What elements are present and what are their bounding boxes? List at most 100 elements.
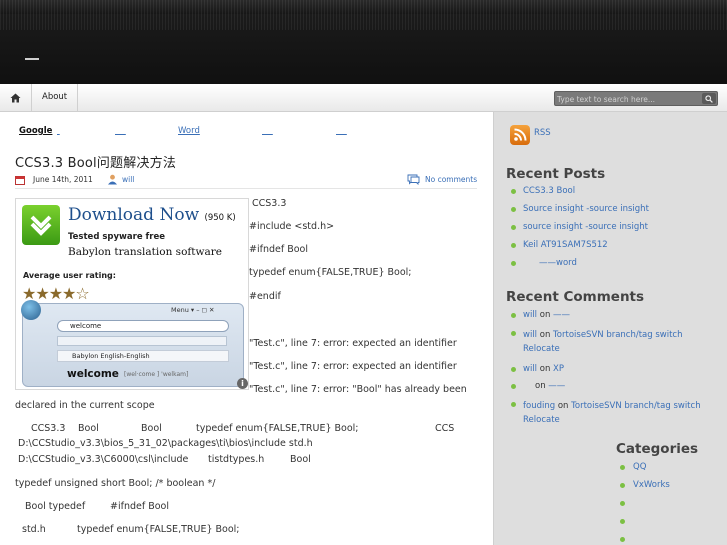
search-box xyxy=(554,91,718,106)
recent-post-link[interactable]: Source insight -source insight xyxy=(523,204,649,214)
ad-word: welcome xyxy=(67,368,119,380)
comment-on-label: on xyxy=(535,381,546,391)
post-line: D:\CCStudio_v3.3\bios_5_31_02\packages\t… xyxy=(18,438,313,449)
recent-comment: will on —— xyxy=(523,310,570,320)
globe-icon xyxy=(21,300,41,320)
list-bullet xyxy=(620,483,625,488)
comment-author-link[interactable]: fouding xyxy=(523,401,555,411)
ad-dictionary: Babylon English-English xyxy=(57,350,229,362)
post-title[interactable]: CCS3.3 Bool问题解决方法 xyxy=(15,152,176,171)
post-line: #ifndef Bool xyxy=(110,501,169,512)
comment-author-link[interactable]: will xyxy=(523,310,537,320)
list-bullet xyxy=(511,367,516,372)
post-line: declared in the current scope xyxy=(15,400,155,411)
home-button[interactable] xyxy=(0,84,32,111)
comment-icon xyxy=(407,174,420,185)
ad-line-1: Tested spyware free xyxy=(68,232,165,242)
recent-comment: will on XP xyxy=(523,364,564,374)
list-bullet xyxy=(511,243,516,248)
rss-icon[interactable] xyxy=(510,125,530,145)
recent-posts-title: Recent Posts xyxy=(506,166,606,182)
post-line: typedef enum{FALSE,TRUE} Bool; xyxy=(196,423,359,434)
recent-post-link[interactable]: Keil AT91SAM7S512 xyxy=(523,240,608,250)
post-line: #ifndef Bool xyxy=(249,244,308,255)
list-bullet xyxy=(511,207,516,212)
list-bullet xyxy=(620,537,625,542)
post-line: Bool typedef xyxy=(25,501,86,512)
sidebar: RSS Recent Posts CCS3.3 Bool Source insi… xyxy=(493,112,727,545)
post-line: std.h xyxy=(22,524,46,535)
search-button[interactable] xyxy=(702,93,716,104)
top-link-blank-1[interactable] xyxy=(57,126,77,136)
top-link-google[interactable]: Google xyxy=(19,126,52,136)
ad-screenshot: Menu ▾ – ◻ ✕ welcome Babylon English-Eng… xyxy=(21,300,244,387)
comment-on-label: on xyxy=(539,310,551,320)
download-logo-icon xyxy=(22,205,60,245)
post-line: typedef unsigned short Bool; /* boolean … xyxy=(15,478,216,489)
category-link[interactable]: QQ xyxy=(633,462,646,472)
comment-author-link[interactable]: will xyxy=(523,364,537,374)
post-date: June 14th, 2011 xyxy=(33,175,93,184)
post-line: D:\CCStudio_v3.3\C6000\csl\include xyxy=(18,454,189,465)
post-meta: June 14th, 2011 will No comments xyxy=(15,173,477,189)
search-input[interactable] xyxy=(557,93,697,105)
post-line: Bool xyxy=(290,454,311,465)
category-link[interactable]: VxWorks xyxy=(633,480,670,490)
rss-link[interactable]: RSS xyxy=(534,128,551,138)
ad-rating-label: Average user rating: xyxy=(23,271,116,280)
main-content: Google Word CCS3.3 Bool问题解决方法 June 14th,… xyxy=(0,112,493,545)
post-line: CCS3.3 xyxy=(252,198,287,209)
post-comments-link[interactable]: No comments xyxy=(425,175,477,184)
header-pattern xyxy=(0,0,727,30)
list-bullet xyxy=(620,465,625,470)
post-author-link[interactable]: will xyxy=(122,175,134,184)
post-line: #include <std.h> xyxy=(249,221,335,232)
ad-menu: Menu ▾ – ◻ ✕ xyxy=(171,306,215,314)
info-icon[interactable]: i xyxy=(237,378,248,389)
ad-title[interactable]: Download Now (950 K) xyxy=(68,205,236,225)
post-line: "Test.c", line 7: error: expected an ide… xyxy=(249,361,457,372)
calendar-icon xyxy=(15,176,25,185)
user-icon xyxy=(108,174,117,185)
ad-search-field: welcome xyxy=(57,320,229,332)
categories-title: Categories xyxy=(616,441,699,457)
top-link-blank-2[interactable] xyxy=(115,126,126,136)
nav-item-about[interactable]: About xyxy=(32,84,79,111)
recent-comment: on —— xyxy=(535,381,565,391)
comment-post-link[interactable]: —— xyxy=(548,381,565,391)
top-link-blank-4[interactable] xyxy=(336,126,347,136)
top-link-blank-3[interactable] xyxy=(262,126,273,136)
post-line: Bool xyxy=(78,423,99,434)
post-line: #endif xyxy=(249,291,281,302)
post-line: typedef enum{FALSE,TRUE} Bool; xyxy=(249,267,412,278)
recent-post-link[interactable]: CCS3.3 Bool xyxy=(523,186,575,196)
recent-comment: fouding on TortoiseSVN branch/tag switch… xyxy=(523,399,718,427)
list-bullet xyxy=(511,189,516,194)
recent-post-link[interactable]: source insight -source insight xyxy=(523,222,648,232)
list-bullet xyxy=(511,225,516,230)
ad-title-text: Download Now xyxy=(68,205,200,225)
comment-on-label: on xyxy=(539,330,551,340)
post-line: "Test.c", line 7: error: expected an ide… xyxy=(249,338,457,349)
post-line: "Test.c", line 7: error: "Bool" has alre… xyxy=(249,384,467,395)
ad-flag-tabs xyxy=(57,336,227,346)
recent-post-link[interactable]: ——word xyxy=(539,258,577,268)
comment-on-label: on xyxy=(557,401,569,411)
recent-comments-title: Recent Comments xyxy=(506,289,645,305)
list-bullet xyxy=(620,501,625,506)
list-bullet xyxy=(511,331,516,336)
search-icon xyxy=(705,94,713,103)
list-bullet xyxy=(511,313,516,318)
comment-author-link[interactable]: will xyxy=(523,330,537,340)
post-line: Bool xyxy=(141,423,162,434)
ad-size: (950 K) xyxy=(204,213,236,223)
comment-post-link[interactable]: XP xyxy=(553,364,564,374)
comment-post-link[interactable]: —— xyxy=(553,310,570,320)
ad-phonetic: [wel·come ] 'welkam] xyxy=(124,371,189,378)
site-logo[interactable] xyxy=(25,58,39,60)
top-link-word[interactable]: Word xyxy=(178,126,200,136)
download-ad[interactable]: Download Now (950 K) Tested spyware free… xyxy=(15,198,249,390)
rss-feed-icon xyxy=(514,128,527,141)
site-header xyxy=(0,0,727,84)
recent-comment: will on TortoiseSVN branch/tag switch Re… xyxy=(523,328,718,356)
